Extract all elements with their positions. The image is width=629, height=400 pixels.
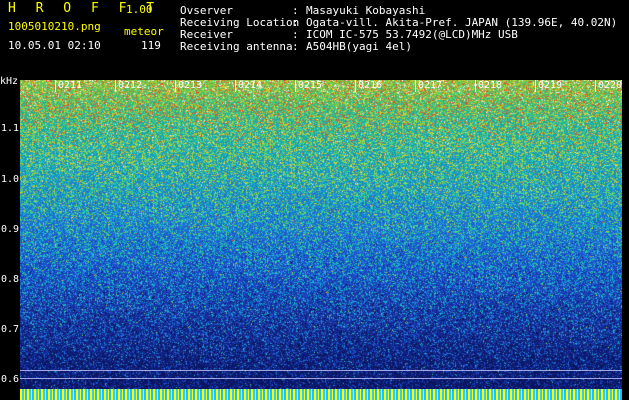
antenna-value: A504HB(yagi 4el) [306, 40, 412, 53]
meteor-count: 119 [141, 39, 161, 52]
x-tick-label: 0211 [54, 80, 83, 92]
y-tick-label: 0.8 [1, 274, 20, 285]
antenna-label: Receiving antenna [180, 40, 293, 53]
x-tick-label: 0218 [474, 80, 503, 92]
x-tick-label: 0215 [294, 80, 323, 92]
y-tick-label: 1.0 [1, 174, 20, 185]
reference-line [20, 370, 622, 371]
x-tick-label: 0216 [354, 80, 383, 92]
file-name: 1005010210.png [8, 20, 101, 33]
x-tick-label: 0219 [534, 80, 563, 92]
x-tick-label: 0217 [414, 80, 443, 92]
x-tick-label: 0213 [174, 80, 203, 92]
header-panel: H R O F F T 1.00 1005010210.png meteor 1… [0, 0, 629, 80]
reference-line [20, 378, 622, 379]
x-axis: 0211 0212 0213 0214 0215 0216 0217 0218 … [20, 80, 622, 92]
y-tick-label: 0.6 [1, 374, 20, 385]
x-tick-label: 0220 [594, 80, 623, 92]
mode-label: meteor [124, 25, 164, 38]
x-tick-label: 0212 [114, 80, 143, 92]
y-tick-label: 0.9 [1, 224, 20, 235]
y-tick-label: 1.1 [1, 123, 20, 134]
y-tick-label: 0.7 [1, 324, 20, 335]
antenna-colon: : [292, 40, 299, 53]
x-tick-label: 0214 [234, 80, 263, 92]
app-version: 1.00 [126, 3, 153, 16]
spectrogram [20, 80, 622, 396]
spectrogram-noise [20, 80, 622, 396]
date-time: 10.05.01 02:10 [8, 39, 101, 52]
y-axis: 1.1 1.0 0.9 0.8 0.7 0.6 [0, 80, 20, 396]
signal-strip [20, 389, 622, 400]
